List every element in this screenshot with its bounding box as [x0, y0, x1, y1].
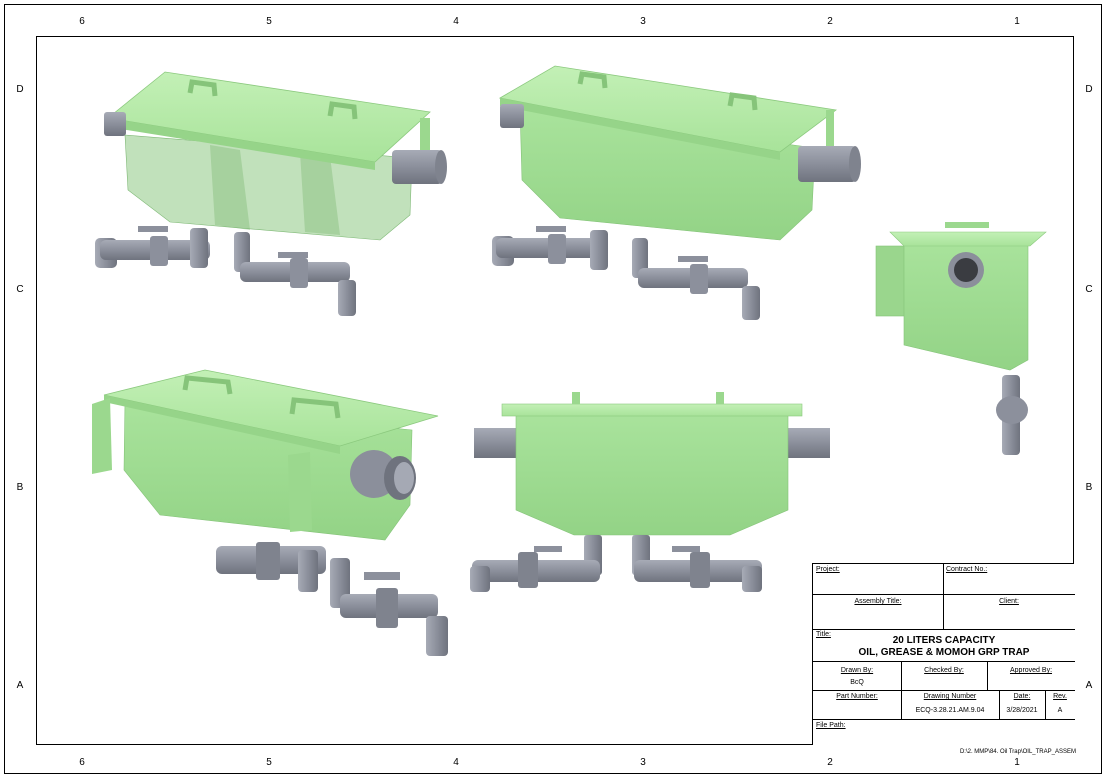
client-label: Client: — [999, 598, 1019, 605]
approved-by-label: Approved By: — [1009, 667, 1053, 674]
drawing-number-label: Drawing Number — [923, 693, 977, 700]
drawing-number-value: ECQ-3.28.21.AM.9.04 — [915, 707, 985, 714]
project-label: Project: — [816, 566, 840, 573]
view-isometric-rear — [92, 369, 448, 656]
file-path-label: File Path: — [816, 722, 846, 729]
part-number-label: Part Number: — [836, 693, 878, 700]
drawn-by-value: BcQ — [850, 679, 864, 686]
checked-by-label: Checked By: — [924, 667, 964, 674]
title-block: Project: Contract No.: Assembly Title: C… — [812, 563, 1075, 745]
drawing-title-line1: 20 LITERS CAPACITY — [892, 635, 996, 646]
drawing-title-line2: OIL, GREASE & MOMOH GRP TRAP — [858, 647, 1030, 658]
view-side — [875, 222, 1047, 455]
view-isometric-solid — [492, 65, 861, 320]
contract-label: Contract No.: — [946, 566, 988, 573]
view-front — [470, 392, 830, 592]
file-path-text: D:\2. MMP\84. Oil Trap\OIL_TRAP_ASSEM — [959, 749, 1076, 755]
rev-label: Rev. — [1053, 693, 1067, 700]
assembly-title-label: Assembly Title: — [854, 598, 902, 605]
drawn-by-label: Drawn By: — [840, 667, 874, 674]
rev-value: A — [1057, 707, 1063, 714]
date-label: Date: — [1013, 693, 1031, 700]
view-isometric-transparent — [95, 71, 447, 316]
date-value: 3/28/2021 — [1006, 707, 1038, 714]
